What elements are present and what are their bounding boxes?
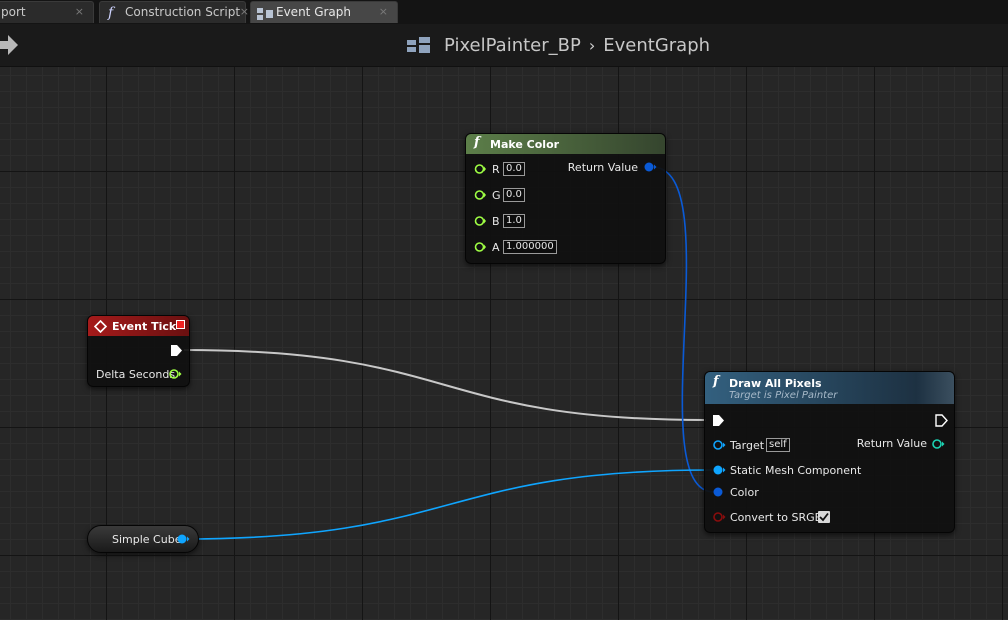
- static-mesh-label: Static Mesh Component: [730, 464, 862, 477]
- forward-arrow-icon[interactable]: [0, 34, 20, 56]
- b-value-input[interactable]: 1.0: [503, 214, 525, 228]
- node-header: f Make Color: [466, 134, 665, 154]
- pin-label-g: G: [492, 189, 501, 202]
- a-value-input[interactable]: 1.000000: [503, 240, 557, 254]
- make-color-node[interactable]: f Make Color R 0.0 G 0.0 B 1.0 A 1.00000…: [465, 133, 666, 264]
- function-icon: f: [474, 135, 480, 150]
- exec-input-pin[interactable]: [712, 414, 725, 427]
- tab-label: Event Graph: [276, 5, 351, 19]
- node-header: f Draw All Pixels Target is Pixel Painte…: [705, 372, 954, 404]
- breadcrumb-graph[interactable]: EventGraph: [603, 35, 710, 56]
- object-wire: [182, 469, 713, 540]
- tab-label: port: [1, 5, 26, 19]
- graph-canvas[interactable]: f Make Color R 0.0 G 0.0 B 1.0 A 1.00000…: [0, 67, 1008, 620]
- tab-event-graph[interactable]: Event Graph ×: [250, 1, 398, 23]
- return-value-label: Return Value: [856, 437, 927, 450]
- tab-close-button[interactable]: ×: [75, 2, 84, 22]
- graph-header: PixelPainter_BP › EventGraph: [0, 24, 1008, 67]
- float-pin[interactable]: [474, 189, 486, 201]
- draw-all-pixels-node[interactable]: f Draw All Pixels Target is Pixel Painte…: [704, 371, 955, 533]
- event-icon: [94, 320, 107, 333]
- simple-cube-label: Simple Cube: [112, 533, 182, 546]
- exec-output-pin[interactable]: [935, 414, 948, 427]
- tab-construction-script[interactable]: f Construction Script ×: [99, 1, 249, 23]
- pin-label-a: A: [492, 241, 500, 254]
- output-pin[interactable]: [931, 438, 945, 450]
- breadcrumb: PixelPainter_BP › EventGraph: [407, 33, 710, 57]
- graph-icon: [257, 6, 273, 26]
- object-output-pin[interactable]: [176, 533, 190, 545]
- tab-close-button[interactable]: ×: [379, 2, 388, 22]
- target-label: Target: [730, 439, 765, 452]
- tab-label: Construction Script: [125, 5, 241, 19]
- object-pin[interactable]: [712, 464, 726, 476]
- struct-output-pin[interactable]: [643, 161, 657, 173]
- float-pin[interactable]: [474, 163, 486, 175]
- pin-label-r: R: [492, 163, 500, 176]
- node-title: Draw All Pixels: [729, 377, 822, 390]
- node-subtitle: Target is Pixel Painter: [729, 390, 838, 401]
- float-output-pin[interactable]: [168, 368, 182, 380]
- target-value: self: [766, 438, 790, 452]
- float-pin[interactable]: [474, 241, 486, 253]
- bool-pin[interactable]: [712, 511, 726, 523]
- pin-label-b: B: [492, 215, 500, 228]
- tab-bar: port × f Construction Script × Event Gra…: [0, 0, 1008, 24]
- exec-output-pin[interactable]: [170, 344, 183, 357]
- convert-srgb-checkbox[interactable]: [818, 511, 830, 523]
- object-pin[interactable]: [712, 439, 726, 451]
- node-title: Event Tick: [112, 320, 177, 333]
- tab-close-button[interactable]: ×: [240, 2, 249, 22]
- function-icon: f: [108, 5, 114, 21]
- tab-viewport[interactable]: port ×: [0, 1, 94, 23]
- blueprint-icon: [407, 37, 430, 53]
- simple-cube-node[interactable]: Simple Cube: [87, 525, 199, 553]
- return-value-label: Return Value: [567, 161, 638, 174]
- delta-seconds-label: Delta Seconds: [96, 368, 176, 381]
- r-value-input[interactable]: 0.0: [503, 162, 525, 176]
- breadcrumb-blueprint[interactable]: PixelPainter_BP: [444, 35, 581, 56]
- delegate-pin[interactable]: [176, 320, 185, 329]
- exec-wire: [183, 349, 707, 421]
- chevron-right-icon: ›: [588, 35, 596, 55]
- node-header: Event Tick: [88, 316, 189, 336]
- node-title: Make Color: [490, 138, 560, 151]
- event-tick-node[interactable]: Event Tick Delta Seconds: [87, 315, 190, 387]
- float-pin[interactable]: [474, 215, 486, 227]
- g-value-input[interactable]: 0.0: [503, 188, 525, 202]
- struct-pin[interactable]: [712, 486, 726, 498]
- color-label: Color: [730, 486, 759, 499]
- function-icon: f: [713, 374, 719, 389]
- convert-srgb-label: Convert to SRGB: [730, 511, 823, 524]
- checkmark-icon: [819, 512, 829, 522]
